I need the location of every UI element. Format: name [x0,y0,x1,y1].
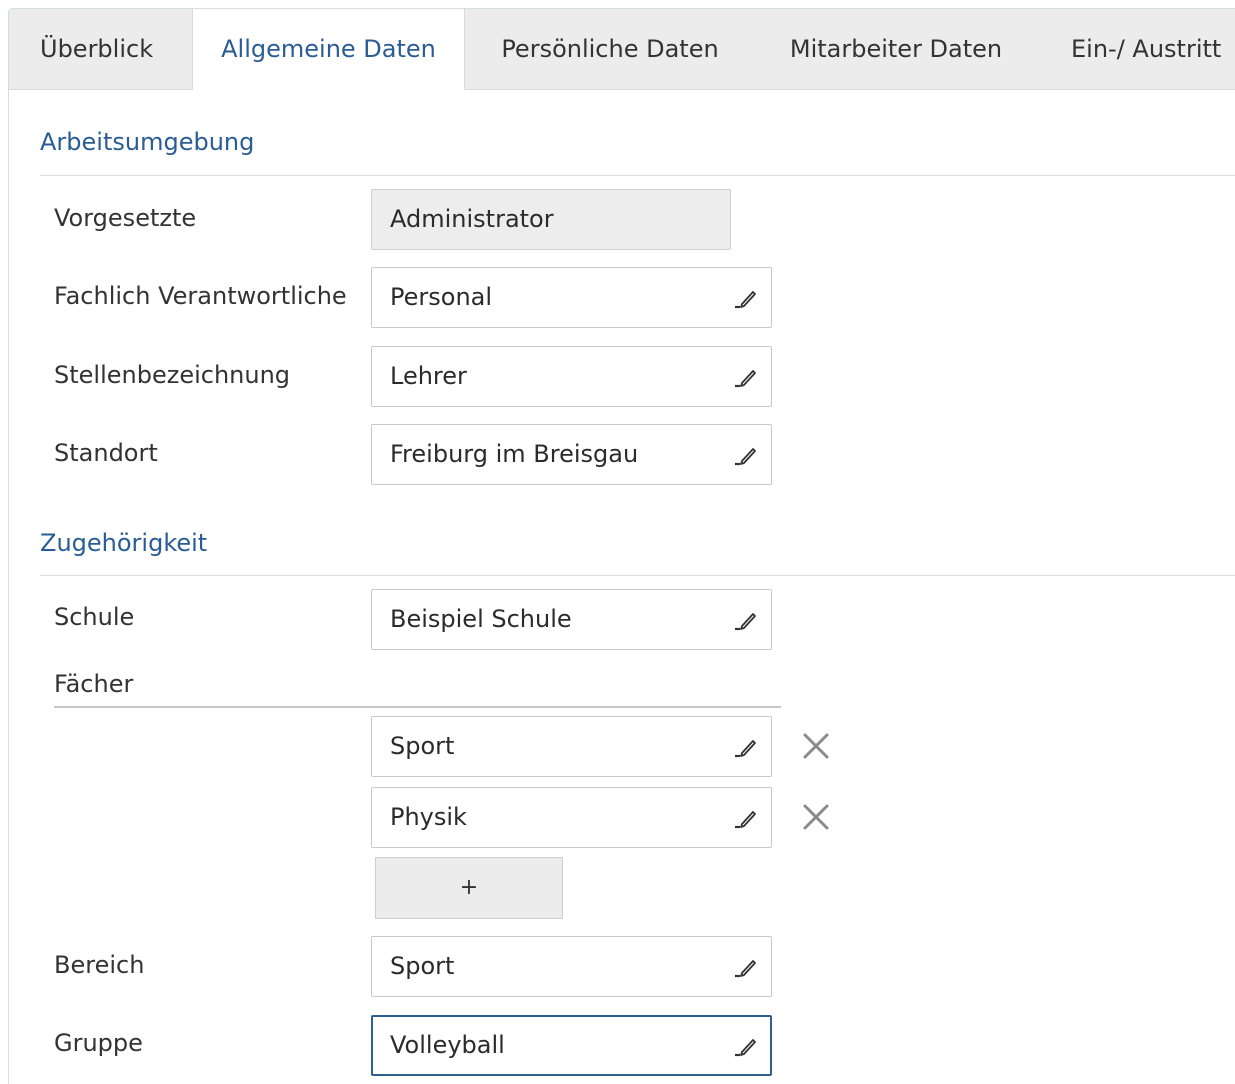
label-vorgesetzte: Vorgesetzte [54,204,197,232]
fach-value: Physik [390,803,467,831]
pencil-icon[interactable] [731,736,757,758]
standort-field[interactable]: Freiburg im Breisgau [371,424,772,485]
standort-value: Freiburg im Breisgau [390,440,639,468]
stellenbezeichnung-field[interactable]: Lehrer [371,346,772,407]
fachlich-verantwortliche-value: Personal [390,283,493,311]
vorgesetzte-field: Administrator [371,189,731,250]
bereich-field[interactable]: Sport [371,936,772,997]
tab-persoenliche-daten[interactable]: Persönliche Daten [465,9,755,89]
gruppe-field[interactable]: Volleyball [371,1015,772,1076]
label-standort: Standort [54,439,158,467]
tab-ueberblick[interactable]: Überblick [9,9,192,89]
pencil-icon[interactable] [731,956,757,978]
pencil-icon[interactable] [731,609,757,631]
pencil-icon[interactable] [731,1035,757,1057]
close-icon[interactable] [802,803,830,831]
section-divider [40,175,1235,176]
label-faecher: Fächer [54,670,134,698]
faecher-divider [54,706,781,708]
fachlich-verantwortliche-field[interactable]: Personal [371,267,772,328]
close-icon[interactable] [802,732,830,760]
label-bereich: Bereich [54,951,145,979]
gruppe-value: Volleyball [390,1031,505,1059]
pencil-icon[interactable] [731,807,757,829]
tab-mitarbeiter-daten[interactable]: Mitarbeiter Daten [755,9,1037,89]
add-fach-button[interactable]: + [375,857,563,919]
fach-value: Sport [390,732,455,760]
section-title-zugehoerigkeit: Zugehörigkeit [40,529,208,557]
label-schule: Schule [54,603,135,631]
vorgesetzte-value: Administrator [390,205,554,233]
section-title-arbeitsumgebung: Arbeitsumgebung [40,128,255,156]
pencil-icon[interactable] [731,287,757,309]
schule-value: Beispiel Schule [390,605,572,633]
tab-allgemeine-daten[interactable]: Allgemeine Daten [192,9,465,90]
tab-ein-austritt[interactable]: Ein-/ Austritt [1071,9,1235,89]
schule-field[interactable]: Beispiel Schule [371,589,772,650]
stellenbezeichnung-value: Lehrer [390,362,467,390]
section-divider [40,575,1235,576]
label-stellenbezeichnung: Stellenbezeichnung [54,361,291,389]
bereich-value: Sport [390,952,455,980]
tab-bar: Überblick Allgemeine Daten Persönliche D… [9,9,1235,90]
fach-field-sport[interactable]: Sport [371,716,772,777]
label-gruppe: Gruppe [54,1029,143,1057]
pencil-icon[interactable] [731,444,757,466]
label-fachlich-verantwortliche: Fachlich Verantwortliche [54,282,347,310]
fach-field-physik[interactable]: Physik [371,787,772,848]
pencil-icon[interactable] [731,366,757,388]
